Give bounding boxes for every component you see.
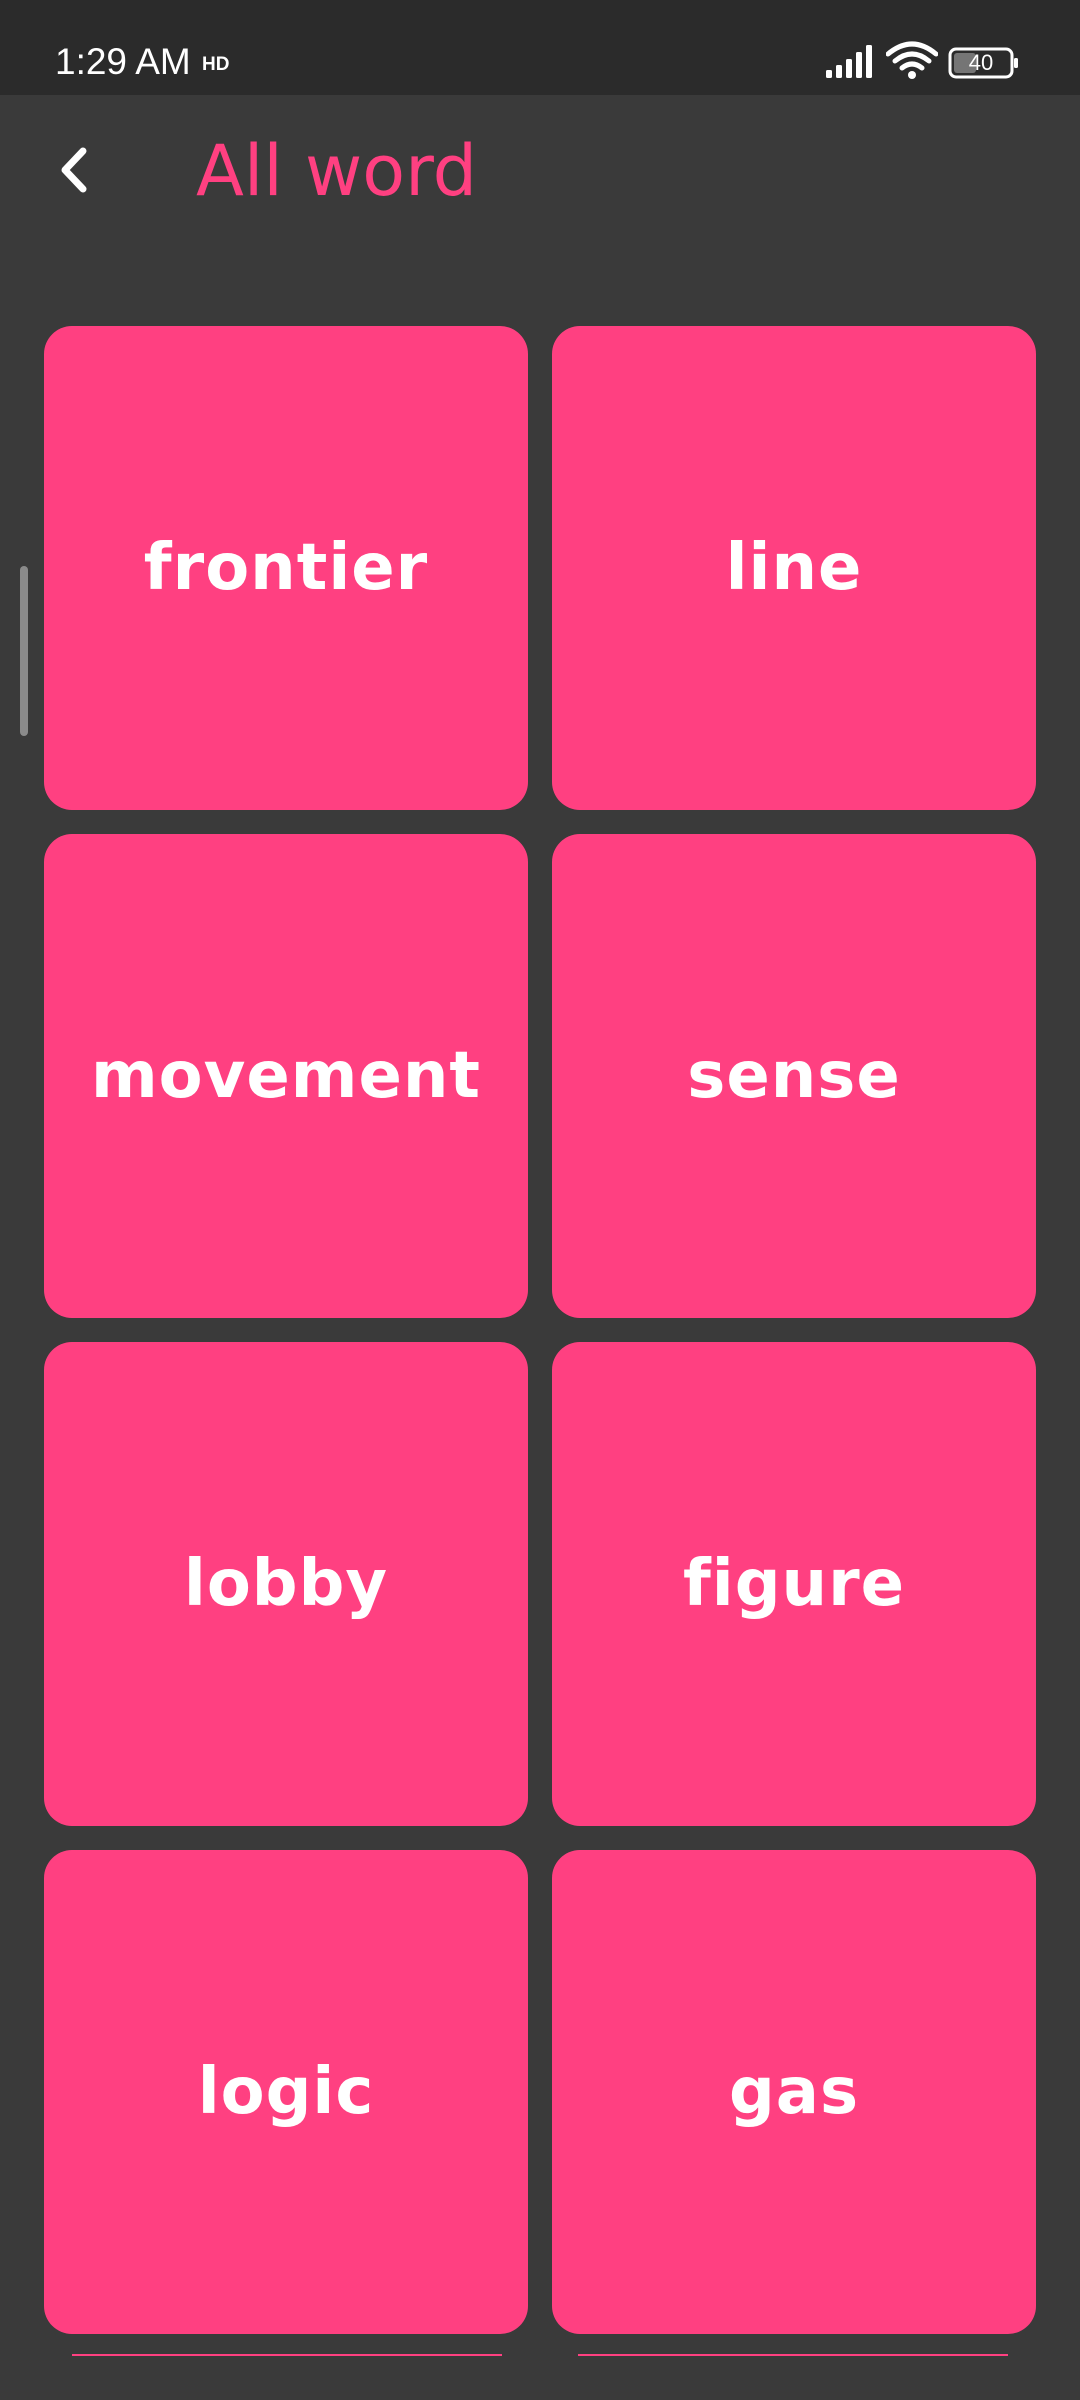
- hd-icon: HD: [202, 54, 229, 74]
- word-label: lobby: [183, 1547, 389, 1621]
- app-bar: All word: [0, 95, 1080, 255]
- word-label: logic: [197, 2055, 375, 2129]
- chevron-left-icon: [61, 147, 87, 193]
- word-card[interactable]: line: [552, 326, 1036, 810]
- word-label: movement: [90, 1039, 482, 1113]
- page-title: All word: [196, 130, 478, 212]
- scroll-indicator[interactable]: [20, 566, 28, 736]
- hd-badge-text: HD: [202, 54, 229, 74]
- word-label: figure: [682, 1547, 906, 1621]
- word-card[interactable]: frontier: [44, 326, 528, 810]
- wifi-icon: [886, 41, 938, 79]
- signal-icon: [826, 45, 872, 78]
- word-label: line: [725, 531, 863, 605]
- word-grid: frontier line movement sense lobby figur…: [44, 326, 1036, 2334]
- status-time: 1:29 AM: [55, 41, 191, 82]
- word-label: sense: [687, 1039, 901, 1113]
- word-card[interactable]: gas: [552, 1850, 1036, 2334]
- status-bar: 1:29 AM HD 40: [0, 0, 1080, 95]
- battery-level: 40: [968, 50, 994, 75]
- word-card[interactable]: sense: [552, 834, 1036, 1318]
- next-card-edge-right: [578, 2354, 1008, 2356]
- word-label: frontier: [143, 531, 429, 605]
- word-card[interactable]: logic: [44, 1850, 528, 2334]
- next-card-edge-left: [72, 2354, 502, 2356]
- word-label: gas: [728, 2055, 860, 2129]
- word-card[interactable]: lobby: [44, 1342, 528, 1826]
- word-card[interactable]: figure: [552, 1342, 1036, 1826]
- back-button[interactable]: [40, 135, 110, 205]
- word-card[interactable]: movement: [44, 834, 528, 1318]
